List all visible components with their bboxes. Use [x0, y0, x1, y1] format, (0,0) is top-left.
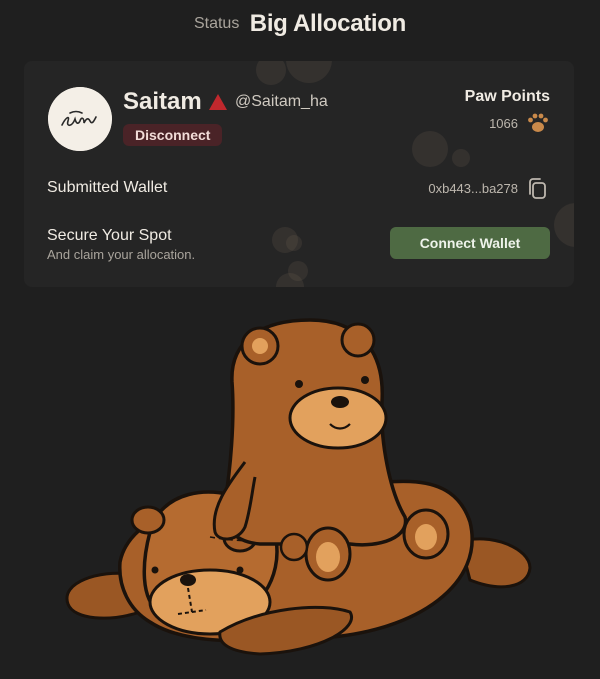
- avatar-signature-icon: [48, 87, 112, 151]
- allocation-card: Saitam @Saitam_ha Disconnect Paw Points …: [24, 61, 574, 287]
- bokeh-decoration: [412, 131, 448, 167]
- wallet-address: 0xb443...ba278: [428, 181, 518, 196]
- bokeh-decoration: [286, 235, 302, 251]
- bokeh-decoration: [554, 203, 574, 247]
- two-bears-illustration: [65, 318, 532, 656]
- secure-spot-subtitle: And claim your allocation.: [47, 247, 196, 262]
- paw-icon: [528, 113, 548, 132]
- bokeh-decoration: [452, 149, 470, 167]
- sitting-bear: [212, 318, 450, 582]
- user-handle: @Saitam_ha: [235, 93, 328, 110]
- page-header: Status Big Allocation: [0, 10, 600, 38]
- triangle-warning-icon: [209, 94, 227, 110]
- bokeh-decoration: [286, 61, 332, 83]
- status-label: Status: [193, 15, 240, 32]
- paw-points-value: 1066: [489, 116, 518, 131]
- copy-icon[interactable]: [526, 177, 548, 201]
- connect-wallet-button[interactable]: Connect Wallet: [390, 227, 550, 259]
- page-title: Big Allocation: [249, 10, 407, 37]
- bokeh-decoration: [256, 61, 286, 85]
- username: Saitam: [123, 88, 202, 115]
- avatar: [48, 87, 112, 151]
- disconnect-button[interactable]: Disconnect: [123, 124, 223, 146]
- secure-spot-title: Secure Your Spot: [47, 227, 172, 244]
- paw-points-label: Paw Points: [464, 88, 550, 105]
- submitted-wallet-label: Submitted Wallet: [47, 179, 168, 196]
